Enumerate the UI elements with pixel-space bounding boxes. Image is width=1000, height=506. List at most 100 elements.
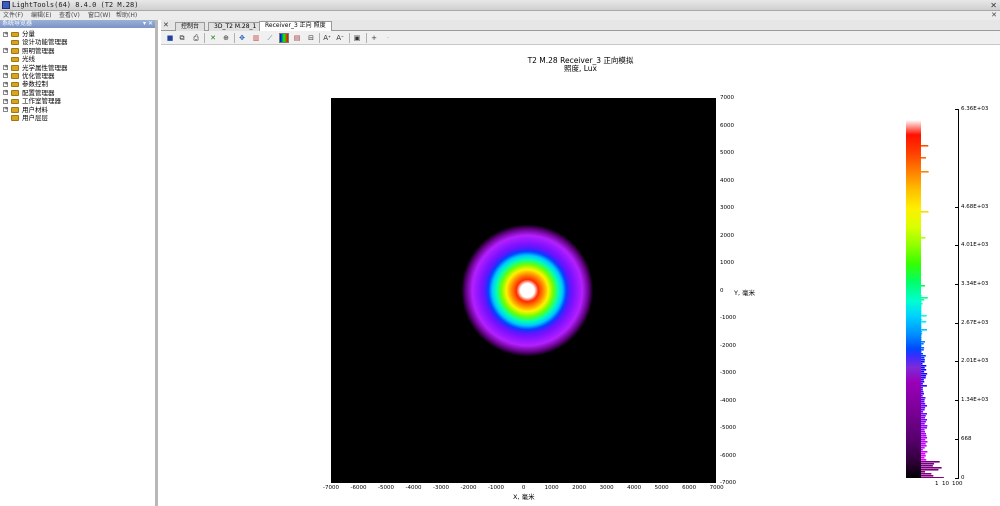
y-tick-label: 6000 (720, 122, 734, 129)
x-tick-label: -3000 (433, 485, 449, 491)
y-tick-label: -4000 (720, 397, 736, 404)
tree-item-workspace[interactable]: + 工作室管理器 (0, 97, 155, 105)
folder-icon (11, 81, 19, 88)
document-tabs: ✕ 控制台 3D_T2 M.28_1 Receiver_3 正向 照度 (161, 20, 1000, 31)
histogram-bar (921, 353, 923, 355)
histogram-bar (921, 303, 923, 305)
tree-item-parameter-control[interactable]: + 参数控制 (0, 80, 155, 88)
histogram-bar (921, 373, 928, 375)
histogram-bar (921, 473, 932, 475)
expand-icon[interactable]: + (3, 98, 8, 104)
y-tick-label: -5000 (720, 425, 736, 431)
histogram-bar (921, 355, 926, 357)
expand-icon[interactable]: + (3, 65, 8, 71)
close-icon[interactable]: ✕ (163, 21, 169, 30)
tree-item-user-layers[interactable]: 用户层层 (0, 114, 155, 122)
y-tick-label: 0 (720, 287, 724, 294)
folder-icon (11, 65, 19, 71)
histogram-bar (921, 319, 923, 321)
histogram-bar (921, 385, 927, 387)
expand-icon[interactable]: + (3, 48, 8, 54)
folder-icon (11, 98, 19, 105)
tree-item-configuration[interactable]: + 配置管理器 (0, 89, 155, 97)
font-larger-icon[interactable]: Aᐩ (322, 33, 332, 43)
colorbar-tick-label: 668 (961, 436, 972, 443)
histogram-bar (921, 405, 928, 407)
save-icon[interactable]: ■ (165, 33, 175, 43)
grid-icon[interactable]: ⊟ (306, 33, 316, 43)
toolbar-separator (366, 33, 367, 43)
y-tick-label: -6000 (720, 452, 736, 459)
histogram-bar (921, 145, 929, 147)
y-axis-label: Y, 毫米 (734, 289, 756, 297)
expand-icon[interactable]: + (3, 107, 8, 113)
tree-item-optical-properties[interactable]: + 光学属性管理器 (0, 64, 155, 72)
expand-icon[interactable]: + (3, 31, 8, 37)
tab-3d-view[interactable]: 3D_T2 M.28_1 (208, 22, 263, 31)
histogram-bar (921, 439, 926, 441)
x-tick-label: -6000 (350, 485, 367, 491)
histogram-bar (921, 361, 925, 363)
menu-edit[interactable]: 编辑(E) (31, 11, 51, 20)
histogram-bar (921, 315, 927, 317)
histogram-bar (921, 443, 926, 445)
colorbar (906, 109, 921, 478)
histogram-bar (921, 463, 935, 465)
tree-item-rays[interactable]: 光线 (0, 55, 155, 63)
menu-bar: 文件(F) 编辑(E) 查看(V) 窗口(W) 帮助(H) ✕ (0, 11, 1000, 20)
fit-view-icon[interactable]: ✕ (208, 33, 218, 43)
pan-icon[interactable]: ✥ (237, 33, 247, 43)
colorbar-tick-label: 6.36E+03 (961, 106, 989, 112)
colorbar-tick (955, 284, 959, 286)
line-tool-icon[interactable]: ⟋ (265, 33, 275, 43)
x-tick-label: -4000 (405, 485, 422, 491)
histogram-axis-label: 10 (942, 481, 949, 487)
histogram-bar (921, 377, 926, 379)
histogram-bar (921, 435, 927, 437)
crosshair-icon[interactable]: + (369, 33, 379, 43)
copy-icon[interactable]: ⧉ (177, 33, 187, 43)
histogram-bar (921, 389, 923, 391)
menu-file[interactable]: 文件(F) (3, 11, 23, 20)
zoom-icon[interactable]: ⊕ (221, 33, 231, 43)
menu-help[interactable]: 帮助(H) (116, 11, 137, 20)
app-icon (2, 1, 10, 9)
colorbar-tick (955, 245, 959, 247)
tab-console[interactable]: 控制台 (175, 22, 206, 31)
histogram-bar (921, 401, 925, 403)
close-icon[interactable]: ✕ (990, 0, 997, 11)
tab-receiver-illuminance[interactable]: Receiver_3 正向 照度 (259, 21, 332, 31)
histogram-bar (921, 399, 925, 401)
histogram-bar (921, 395, 923, 397)
y-tick-label: 4000 (720, 177, 734, 184)
histogram-axis-label: 1 (935, 481, 939, 487)
histogram-bar (921, 469, 939, 471)
close-icon[interactable]: ✕ (991, 11, 997, 20)
print-icon[interactable]: ⎙ (191, 33, 201, 43)
legend-icon[interactable]: ▤ (292, 33, 302, 43)
colormap-icon[interactable] (279, 33, 289, 43)
colorbar-tick (955, 400, 959, 402)
x-axis-label: X, 毫米 (513, 493, 535, 501)
font-smaller-icon[interactable]: Aᐨ (335, 33, 345, 43)
menu-view[interactable]: 查看(V) (59, 11, 80, 20)
histogram-bar (921, 411, 924, 413)
tree-item-illumination-manager[interactable]: + 照明管理器 (0, 47, 155, 55)
properties-icon[interactable]: ▣ (352, 33, 362, 43)
histogram-bar (921, 305, 922, 307)
window-title-bar: LightTools(64) 8.4.0 (T2 M.28) ✕ (0, 0, 1000, 11)
expand-icon[interactable]: + (3, 90, 8, 96)
histogram-bar (921, 393, 925, 395)
histogram-axis-label: 100 (952, 481, 963, 487)
y-tick-label: 7000 (720, 95, 734, 101)
histogram-bar (921, 421, 926, 423)
expand-icon[interactable]: + (3, 81, 8, 87)
y-tick-label: -3000 (720, 370, 736, 376)
chart-type-icon[interactable]: ▥ (251, 33, 261, 43)
tree-item-user-materials[interactable]: + 用户材料 (0, 106, 155, 114)
pin-icon[interactable]: ▾ ✕ (143, 20, 153, 28)
illuminance-heatmap[interactable] (331, 98, 716, 483)
menu-window[interactable]: 窗口(W) (88, 11, 111, 20)
tree-item-design-features[interactable]: 设计功能管理器 (0, 38, 155, 46)
expand-icon[interactable]: + (3, 73, 8, 79)
